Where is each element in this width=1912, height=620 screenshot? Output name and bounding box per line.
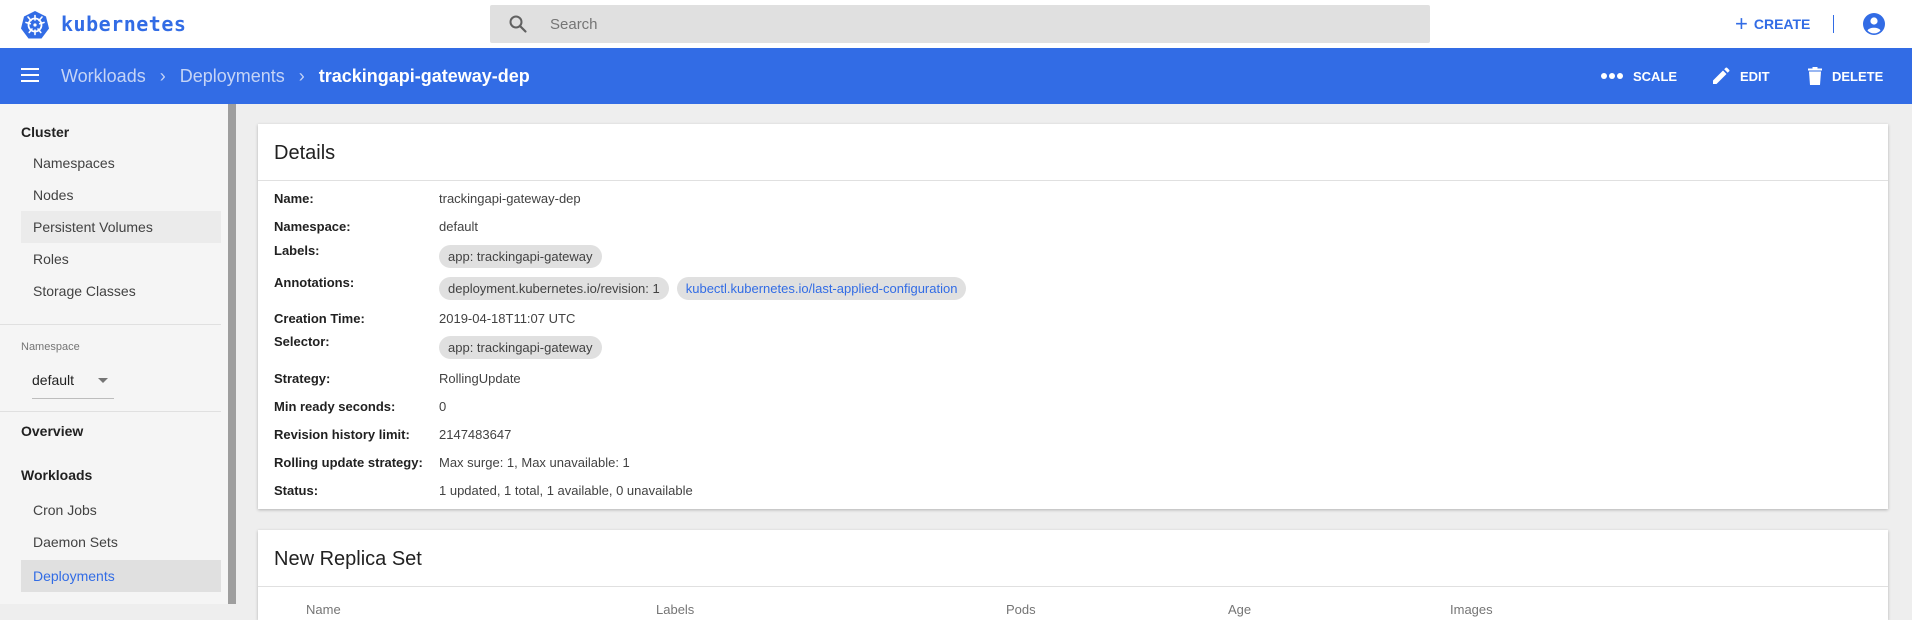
detail-label: Strategy: xyxy=(274,370,331,386)
column-header-age[interactable]: Age xyxy=(1228,602,1251,617)
detail-label: Status: xyxy=(274,482,319,498)
replica-set-card: New Replica Set Name Labels Pods Age Ima… xyxy=(258,530,1888,620)
detail-row-revision-limit: Revision history limit: 2147483647 xyxy=(274,422,511,446)
dropdown-arrow-icon xyxy=(98,378,108,383)
sidebar-item-roles[interactable]: Roles xyxy=(21,243,221,275)
sidebar-section-workloads[interactable]: Workloads xyxy=(21,467,92,483)
detail-row-namespace: Namespace: default xyxy=(274,214,478,238)
plus-icon: + xyxy=(1735,11,1748,36)
detail-value: Max surge: 1, Max unavailable: 1 xyxy=(439,454,630,470)
detail-label: Labels: xyxy=(274,243,320,258)
detail-label: Name: xyxy=(274,190,314,206)
namespace-select[interactable]: default xyxy=(32,362,114,399)
search-input[interactable] xyxy=(550,13,1410,35)
search-icon xyxy=(509,15,527,33)
card-divider xyxy=(258,586,1888,587)
main-scrollbar[interactable] xyxy=(1903,104,1912,604)
create-label: CREATE xyxy=(1753,16,1811,32)
detail-value: RollingUpdate xyxy=(439,370,521,386)
selector-chip: app: trackingapi-gateway xyxy=(439,335,602,359)
scale-button[interactable]: SCALE xyxy=(1601,48,1677,104)
sidebar-item-storage-classes[interactable]: Storage Classes xyxy=(21,275,221,307)
detail-value: 2019-04-18T11:07 UTC xyxy=(439,310,576,326)
chevron-right-icon: › xyxy=(159,65,166,86)
detail-label: Annotations: xyxy=(274,275,355,290)
sidebar-item-nodes[interactable]: Nodes xyxy=(21,179,221,211)
detail-row-name: Name: trackingapi-gateway-dep xyxy=(274,186,581,210)
sidebar-scrollbar[interactable] xyxy=(228,104,236,604)
search-bar[interactable] xyxy=(490,5,1430,43)
sidebar-item-cron-jobs[interactable]: Cron Jobs xyxy=(21,494,221,526)
replica-set-title: New Replica Set xyxy=(274,548,422,570)
namespace-label: Namespace xyxy=(21,341,80,353)
account-icon[interactable] xyxy=(1862,12,1886,36)
detail-value: 2147483647 xyxy=(439,426,512,442)
top-bar: kubernetes + CREATE xyxy=(0,0,1912,48)
chevron-right-icon: › xyxy=(298,65,305,86)
sidebar-item-deployments[interactable]: Deployments xyxy=(21,560,221,592)
detail-row-status: Status: 1 updated, 1 total, 1 available,… xyxy=(274,478,693,502)
detail-value: trackingapi-gateway-dep xyxy=(439,190,581,206)
breadcrumb-deployments[interactable]: Deployments xyxy=(180,66,285,87)
card-divider xyxy=(258,180,1888,181)
detail-label: Rolling update strategy: xyxy=(274,454,423,470)
scale-label: SCALE xyxy=(1633,68,1678,84)
column-header-images[interactable]: Images xyxy=(1450,602,1493,617)
delete-button[interactable]: DELETE xyxy=(1808,48,1883,104)
delete-label: DELETE xyxy=(1832,68,1884,84)
detail-label: Creation Time: xyxy=(274,310,365,326)
detail-value: default xyxy=(439,218,479,234)
detail-row-strategy: Strategy: RollingUpdate xyxy=(274,366,521,390)
detail-label: Selector: xyxy=(274,334,330,349)
sidebar-item-persistent-volumes[interactable]: Persistent Volumes xyxy=(21,211,221,243)
menu-icon[interactable] xyxy=(20,67,40,83)
column-header-labels[interactable]: Labels xyxy=(656,602,694,617)
sidebar-divider xyxy=(0,411,221,412)
detail-value: 0 xyxy=(439,398,447,414)
breadcrumb-workloads[interactable]: Workloads xyxy=(61,66,146,87)
label-chip: app: trackingapi-gateway xyxy=(439,244,602,268)
detail-row-selector: Selector: app: trackingapi-gateway xyxy=(274,334,610,360)
header-divider xyxy=(1833,15,1834,33)
sidebar-divider xyxy=(0,324,221,325)
detail-row-annotations: Annotations: deployment.kubernetes.io/re… xyxy=(274,275,974,301)
detail-row-min-ready: Min ready seconds: 0 xyxy=(274,394,446,418)
sidebar-section-cluster[interactable]: Cluster xyxy=(21,124,69,140)
sidebar: Cluster Namespaces Nodes Persistent Volu… xyxy=(0,104,229,604)
edit-icon xyxy=(1713,67,1730,84)
edit-button[interactable]: EDIT xyxy=(1712,48,1770,104)
column-header-name[interactable]: Name xyxy=(306,602,341,617)
detail-label: Revision history limit: xyxy=(274,426,410,442)
scale-icon xyxy=(1601,73,1623,79)
detail-row-rolling-update: Rolling update strategy: Max surge: 1, M… xyxy=(274,450,630,474)
detail-row-creation-time: Creation Time: 2019-04-18T11:07 UTC xyxy=(274,306,575,330)
sidebar-item-namespaces[interactable]: Namespaces xyxy=(21,147,221,179)
detail-row-labels: Labels: app: trackingapi-gateway xyxy=(274,243,610,269)
action-toolbar: Workloads › Deployments › trackingapi-ga… xyxy=(0,48,1912,104)
details-title: Details xyxy=(274,142,336,164)
column-header-pods[interactable]: Pods xyxy=(1006,602,1036,617)
detail-value: 1 updated, 1 total, 1 available, 0 unava… xyxy=(439,482,693,498)
delete-icon xyxy=(1808,67,1822,85)
brand-title[interactable]: kubernetes xyxy=(61,12,186,36)
kubernetes-logo-icon[interactable] xyxy=(20,10,50,40)
detail-label: Namespace: xyxy=(274,218,351,234)
create-button[interactable]: + CREATE xyxy=(1735,11,1811,36)
annotation-config-link[interactable]: kubectl.kubernetes.io/last-applied-confi… xyxy=(676,276,967,300)
detail-label: Min ready seconds: xyxy=(274,398,396,414)
namespace-select-value: default xyxy=(32,372,75,388)
sidebar-item-overview[interactable]: Overview xyxy=(21,423,83,439)
sidebar-item-daemon-sets[interactable]: Daemon Sets xyxy=(21,526,221,558)
annotation-chip: deployment.kubernetes.io/revision: 1 xyxy=(439,276,669,300)
breadcrumb: Workloads › Deployments › trackingapi-ga… xyxy=(61,48,530,104)
edit-label: EDIT xyxy=(1740,68,1770,84)
details-card: Details Name: trackingapi-gateway-dep Na… xyxy=(258,124,1888,509)
page-title: trackingapi-gateway-dep xyxy=(318,65,530,86)
